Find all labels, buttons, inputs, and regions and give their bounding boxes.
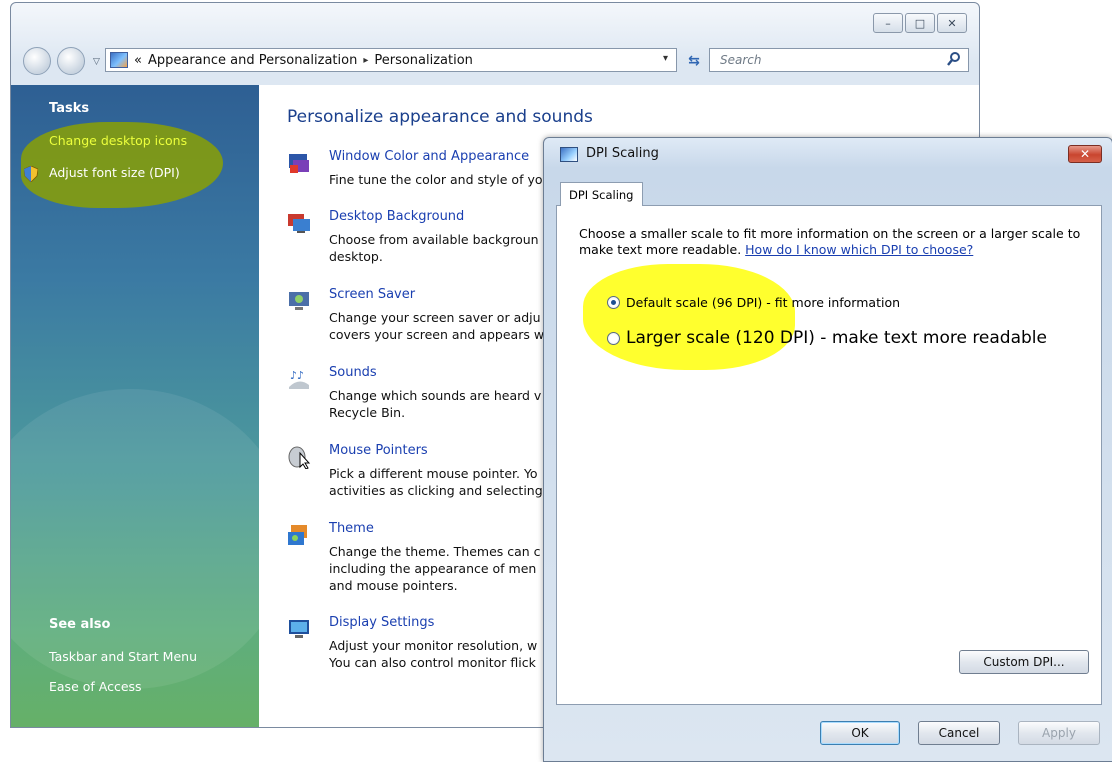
mouse-pointer-icon: [288, 446, 311, 469]
search-box: [709, 48, 969, 72]
dialog-title: DPI Scaling: [586, 146, 659, 161]
cancel-button[interactable]: Cancel: [918, 721, 1000, 745]
desktop-background-link[interactable]: Desktop Background: [329, 209, 464, 224]
display-icon: [560, 147, 578, 162]
breadcrumb-personalization[interactable]: Personalization: [374, 53, 473, 68]
back-button[interactable]: [23, 47, 51, 75]
shield-icon: [24, 166, 38, 182]
item-description: Change the theme. Themes can c including…: [329, 544, 541, 593]
ok-button[interactable]: OK: [820, 721, 900, 745]
default-scale-option[interactable]: Default scale (96 DPI) - fit more inform…: [607, 295, 900, 310]
tasks-heading: Tasks: [49, 101, 90, 116]
navigation-bar: ▽ « Appearance and Personalization ▸ Per…: [11, 45, 979, 77]
task-pane: Tasks Change desktop icons Adjust font s…: [11, 85, 259, 727]
custom-dpi-button[interactable]: Custom DPI...: [959, 650, 1089, 674]
recent-pages-dropdown[interactable]: ▽: [93, 57, 100, 67]
item-description: Change your screen saver or adju covers …: [329, 310, 545, 342]
list-item: Desktop Background Choose from available…: [287, 209, 547, 279]
list-item: Theme Change the theme. Themes can c inc…: [287, 521, 547, 607]
dialog-titlebar[interactable]: DPI Scaling ✕: [544, 138, 1112, 172]
default-scale-label: Default scale (96 DPI) - fit more inform…: [626, 295, 901, 310]
task-adjust-font-size[interactable]: Adjust font size (DPI): [49, 165, 180, 180]
larger-scale-radio[interactable]: [607, 331, 620, 345]
address-dropdown-icon[interactable]: ▾: [663, 53, 668, 64]
close-button[interactable]: ✕: [937, 13, 967, 33]
maximize-button[interactable]: □: [905, 13, 935, 33]
item-description: Choose from available backgroun desktop.: [329, 232, 539, 264]
see-also-ease-of-access[interactable]: Ease of Access: [49, 679, 142, 694]
item-description: Change which sounds are heard v Recycle …: [329, 388, 542, 420]
tab-panel: Choose a smaller scale to fit more infor…: [556, 205, 1102, 705]
display-settings-icon: [289, 620, 309, 638]
window-color-link[interactable]: Window Color and Appearance: [329, 149, 529, 164]
address-overflow[interactable]: «: [134, 53, 142, 68]
list-item: Window Color and Appearance Fine tune th…: [287, 149, 547, 209]
breadcrumb-appearance[interactable]: Appearance and Personalization: [148, 53, 357, 68]
window-controls: – □ ✕: [873, 13, 967, 33]
sounds-link[interactable]: Sounds: [329, 365, 377, 380]
theme-link[interactable]: Theme: [329, 521, 374, 536]
task-change-desktop-icons[interactable]: Change desktop icons: [49, 133, 187, 148]
dpi-help-link[interactable]: How do I know which DPI to choose?: [745, 242, 973, 257]
search-icon[interactable]: [946, 51, 962, 67]
screen-saver-icon: [289, 292, 309, 310]
item-description: Fine tune the color and style of yo: [329, 172, 543, 187]
tab-dpi-scaling[interactable]: DPI Scaling: [560, 182, 643, 206]
see-also-heading: See also: [49, 617, 111, 632]
item-description: Pick a different mouse pointer. Yo activ…: [329, 466, 543, 498]
mouse-pointers-link[interactable]: Mouse Pointers: [329, 443, 428, 458]
larger-scale-label: Larger scale (120 DPI) - make text more …: [626, 328, 1047, 348]
sounds-icon: ♪♪: [289, 369, 309, 389]
forward-button[interactable]: [57, 47, 85, 75]
search-input[interactable]: [718, 52, 938, 68]
dpi-description: Choose a smaller scale to fit more infor…: [579, 226, 1094, 258]
larger-scale-option[interactable]: Larger scale (120 DPI) - make text more …: [607, 328, 1047, 348]
desktop-background-icon: [288, 214, 310, 233]
address-bar[interactable]: « Appearance and Personalization ▸ Perso…: [105, 48, 677, 72]
window-color-icon: [289, 154, 309, 173]
default-scale-radio[interactable]: [607, 296, 620, 309]
list-item: Screen Saver Change your screen saver or…: [287, 287, 547, 357]
yellow-highlight-mark: [583, 264, 795, 370]
list-item: ♪♪ Sounds Change which sounds are heard …: [287, 365, 547, 435]
list-item: Display Settings Adjust your monitor res…: [287, 615, 547, 685]
control-panel-icon: [110, 52, 128, 68]
refresh-icon[interactable]: ⇆: [683, 50, 705, 72]
apply-button[interactable]: Apply: [1018, 721, 1100, 745]
theme-icon: [288, 525, 307, 545]
page-title: Personalize appearance and sounds: [287, 107, 593, 127]
breadcrumb-separator-icon[interactable]: ▸: [363, 55, 368, 66]
see-also-taskbar[interactable]: Taskbar and Start Menu: [49, 649, 197, 664]
minimize-button[interactable]: –: [873, 13, 903, 33]
dpi-scaling-dialog: DPI Scaling ✕ DPI Scaling Choose a small…: [543, 137, 1112, 762]
svg-text:♪♪: ♪♪: [290, 369, 304, 382]
list-item: Mouse Pointers Pick a different mouse po…: [287, 443, 547, 513]
display-settings-link[interactable]: Display Settings: [329, 615, 434, 630]
item-description: Adjust your monitor resolution, w You ca…: [329, 638, 538, 670]
dialog-close-button[interactable]: ✕: [1068, 145, 1102, 163]
screen-saver-link[interactable]: Screen Saver: [329, 287, 415, 302]
